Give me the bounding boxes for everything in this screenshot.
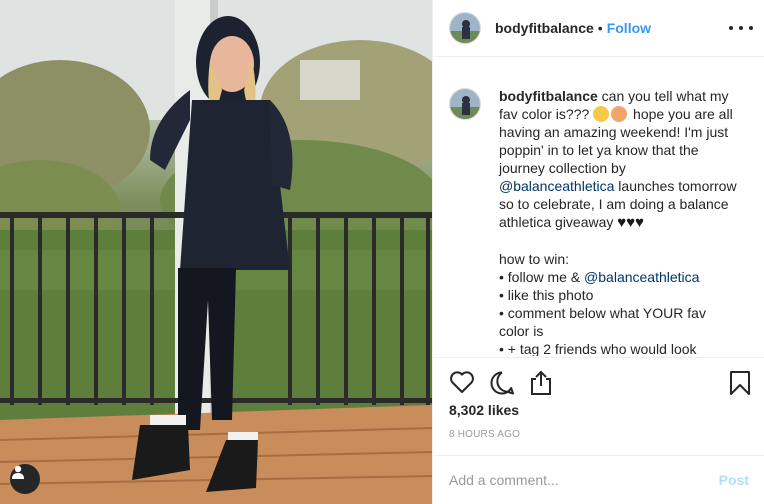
heart-icon[interactable] (449, 370, 475, 394)
photo-scene (0, 0, 432, 504)
post-sidebar: bodyfitbalance • Follow bodyfitbalance c… (432, 0, 764, 504)
comment-input[interactable] (449, 472, 719, 488)
woman-facepalm-emoji-icon (611, 106, 628, 122)
avatar-image (450, 13, 480, 43)
post-author-username[interactable]: bodyfitbalance (495, 20, 594, 36)
how-to-heading: how to win: (499, 251, 570, 267)
caption-username[interactable]: bodyfitbalance (499, 88, 598, 104)
mention-link[interactable]: @balanceathletica (584, 269, 699, 285)
bullet-follow-text: • follow me & (499, 269, 585, 285)
bullet-follow: • follow me & @balanceathletica (499, 268, 739, 286)
bullet-tag: • + tag 2 friends who would look (499, 341, 697, 356)
avatar[interactable] (449, 12, 481, 44)
likes-count[interactable]: 8,302 likes (449, 402, 519, 418)
post-header: bodyfitbalance • Follow (433, 0, 764, 57)
separator-dot: • (597, 20, 603, 36)
caption-area: bodyfitbalance can you tell what my fav … (433, 57, 764, 356)
mention-link[interactable]: @balanceathletica (499, 178, 614, 194)
action-bar (433, 357, 764, 397)
more-options-icon[interactable] (729, 18, 753, 38)
post-timestamp[interactable]: 8 HOURS AGO (449, 429, 520, 440)
caption-text: bodyfitbalance can you tell what my fav … (499, 87, 739, 356)
bullet-comment: • comment below what YOUR fav color is (499, 305, 706, 339)
comment-bar: Post (433, 455, 764, 504)
post-comment-button[interactable]: Post (719, 472, 749, 488)
caption-avatar[interactable] (449, 88, 481, 120)
post-photo[interactable] (0, 0, 432, 504)
bullet-like: • like this photo (499, 287, 594, 303)
tagged-user-icon[interactable] (10, 464, 40, 494)
comment-icon[interactable] (489, 370, 515, 396)
follow-button[interactable]: Follow (607, 20, 651, 36)
person-icon (12, 465, 24, 479)
laughing-emoji-icon (593, 106, 610, 122)
black-heart-emoji-icon: ♥♥♥ (617, 214, 645, 231)
share-icon[interactable] (529, 370, 553, 396)
avatar-image (450, 89, 480, 119)
bookmark-icon[interactable] (729, 370, 751, 396)
